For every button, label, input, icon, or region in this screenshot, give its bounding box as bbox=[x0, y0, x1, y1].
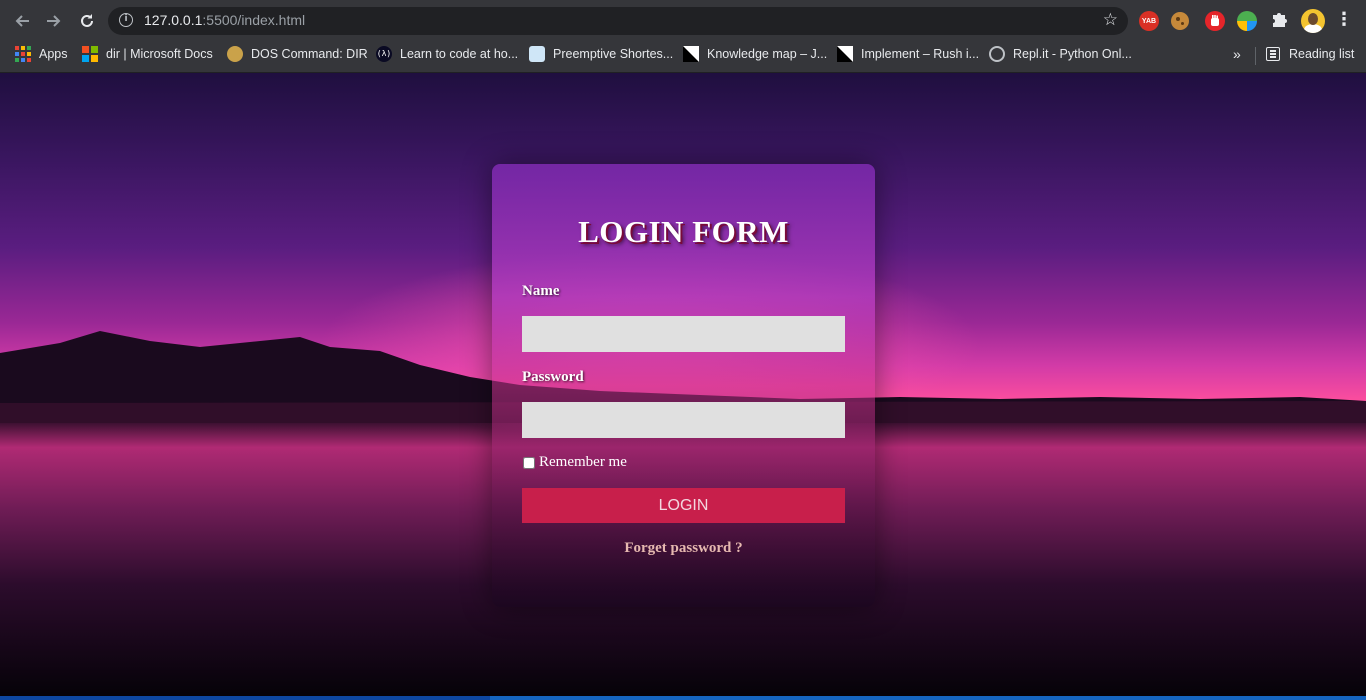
bookmark-label: Implement – Rush i... bbox=[861, 47, 980, 61]
bookmark-ms-docs[interactable]: dir | Microsoft Docs bbox=[82, 42, 213, 66]
bookmarks-divider bbox=[1255, 47, 1256, 65]
bookmark-label: Learn to code at ho... bbox=[400, 47, 519, 61]
knowledge-map-icon bbox=[683, 46, 699, 62]
bookmark-label: dir | Microsoft Docs bbox=[106, 47, 213, 61]
reload-button[interactable] bbox=[75, 9, 99, 33]
bookmarks-bar: Apps dir | Microsoft Docs DOS Command: D… bbox=[0, 42, 1366, 73]
remember-me-row[interactable]: Remember me bbox=[522, 454, 627, 471]
bookmark-replit[interactable]: Repl.it - Python Onl... bbox=[989, 42, 1132, 66]
replit-icon bbox=[989, 46, 1005, 62]
reading-list-icon bbox=[1266, 47, 1280, 61]
url-text[interactable]: 127.0.0.1:5500/index.html bbox=[144, 12, 305, 28]
bookmark-implement[interactable]: Implement – Rush i... bbox=[837, 42, 979, 66]
bookmark-label: Repl.it - Python Onl... bbox=[1013, 47, 1132, 61]
yab-label: YAB bbox=[1141, 17, 1157, 25]
bookmark-apps[interactable]: Apps bbox=[15, 42, 68, 66]
name-label: Name bbox=[522, 283, 560, 299]
bookmark-star-icon[interactable]: ☆ bbox=[1103, 10, 1118, 30]
bookmark-label: Knowledge map – J... bbox=[707, 47, 828, 61]
login-title: LOGIN FORM bbox=[578, 214, 789, 249]
profile-avatar[interactable] bbox=[1301, 9, 1325, 33]
cookie-extension-icon[interactable] bbox=[1171, 12, 1189, 30]
kebab-menu-icon[interactable]: ⋮ bbox=[1335, 10, 1353, 30]
url-path: :5500/index.html bbox=[202, 12, 306, 28]
forget-password-link[interactable]: Forget password ? bbox=[492, 540, 875, 557]
forward-arrow-icon bbox=[47, 15, 61, 27]
login-button[interactable]: LOGIN bbox=[522, 488, 845, 523]
freecodecamp-icon: (λ) bbox=[376, 46, 392, 62]
microsoft-icon bbox=[82, 46, 98, 62]
bookmark-label: Preemptive Shortes... bbox=[553, 47, 674, 61]
bookmark-knowledge-map[interactable]: Knowledge map – J... bbox=[683, 42, 827, 66]
name-input[interactable] bbox=[522, 316, 845, 352]
address-bar[interactable]: i 127.0.0.1:5500/index.html ☆ bbox=[108, 7, 1128, 35]
password-input[interactable] bbox=[522, 402, 845, 438]
reading-list-label: Reading list bbox=[1289, 47, 1355, 61]
adblock-hand-icon[interactable] bbox=[1205, 11, 1225, 31]
bookmark-label: Apps bbox=[39, 47, 68, 61]
apps-grid-icon bbox=[15, 46, 31, 62]
implement-icon bbox=[837, 46, 853, 62]
more-bookmarks-chevron-icon[interactable]: » bbox=[1233, 46, 1241, 62]
browser-toolbar: i 127.0.0.1:5500/index.html ☆ YAB ⋮ bbox=[0, 0, 1366, 42]
globe-extension-icon[interactable] bbox=[1237, 11, 1257, 31]
info-icon[interactable]: i bbox=[119, 13, 133, 27]
reading-list-button[interactable]: Reading list bbox=[1266, 42, 1354, 66]
reload-icon bbox=[81, 14, 93, 27]
password-label: Password bbox=[522, 369, 584, 385]
login-card: LOGIN FORM Name Password Remember me LOG… bbox=[492, 164, 875, 607]
url-host: 127.0.0.1 bbox=[144, 12, 203, 28]
dos-icon bbox=[227, 46, 243, 62]
remember-me-label: Remember me bbox=[539, 454, 627, 470]
yab-extension-icon[interactable]: YAB bbox=[1139, 11, 1159, 31]
preemptive-icon bbox=[529, 46, 545, 62]
forward-button[interactable] bbox=[42, 9, 66, 33]
back-arrow-icon bbox=[15, 15, 29, 27]
bookmark-label: DOS Command: DIR bbox=[251, 47, 368, 61]
extensions-puzzle-icon[interactable] bbox=[1270, 10, 1288, 33]
bookmark-dos-dir[interactable]: DOS Command: DIR bbox=[227, 42, 368, 66]
bookmark-freecodecamp[interactable]: (λ) Learn to code at ho... bbox=[376, 42, 518, 66]
taskbar-strip bbox=[0, 696, 1366, 700]
bookmark-preemptive[interactable]: Preemptive Shortes... bbox=[529, 42, 673, 66]
remember-me-checkbox[interactable] bbox=[523, 456, 535, 469]
back-button[interactable] bbox=[10, 9, 34, 33]
